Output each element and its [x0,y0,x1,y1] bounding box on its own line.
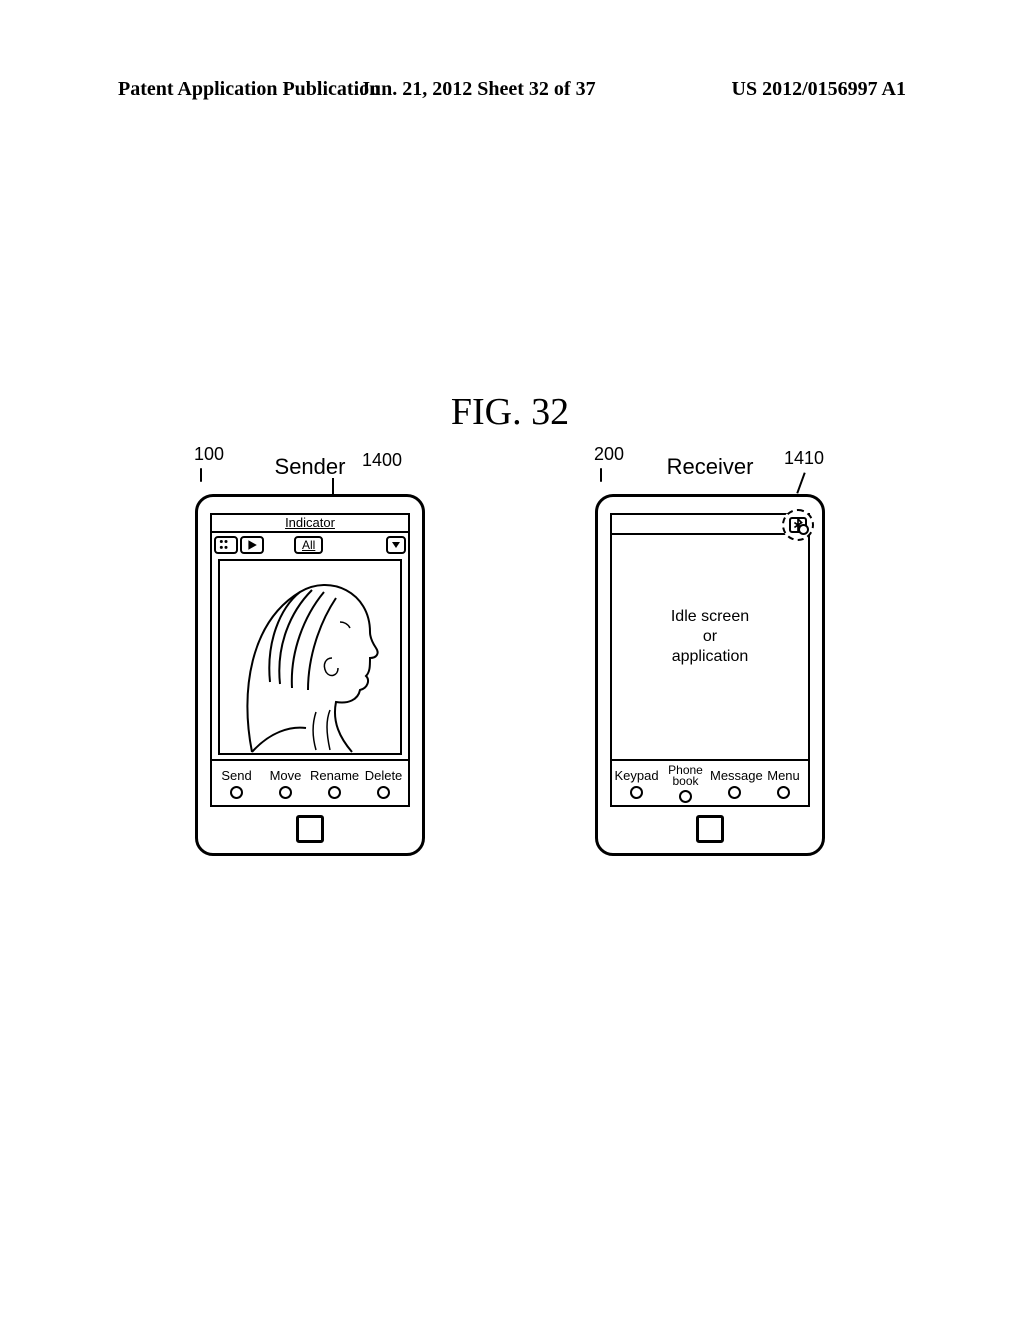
delete-button[interactable]: Delete [359,769,408,799]
send-label: Send [221,768,251,783]
receiver-title: Receiver [667,454,754,480]
circle-icon [377,786,390,799]
figure-title: FIG. 32 [190,390,830,434]
sender-column: 100 Sender 1400 Indicator Al [190,444,430,856]
circle-icon [630,786,643,799]
lead-line-200 [600,468,602,482]
circle-icon [279,786,292,799]
phonebook-button[interactable]: Phone book [661,765,710,803]
ref-100: 100 [194,444,224,465]
circle-icon [679,790,692,803]
header-sheet-info: Jun. 21, 2012 Sheet 32 of 37 [360,78,596,101]
ref-1410: 1410 [784,448,824,469]
menu-button[interactable]: Menu [759,769,808,799]
circle-icon [728,786,741,799]
receiver-action-bar: Keypad Phone book Message Menu [612,759,808,805]
rename-label: Rename [310,768,359,783]
sender-screen: Indicator All [210,513,410,807]
message-button[interactable]: Message [710,769,759,799]
header-publication: Patent Application Publication [118,78,380,101]
sender-title: Sender [275,454,346,480]
home-button[interactable] [296,815,324,843]
message-label: Message [710,768,763,783]
receiver-labels: 200 Receiver 1410 [590,444,830,480]
keypad-label: Keypad [614,768,658,783]
image-preview[interactable] [218,559,402,755]
indicator-bar: Indicator [212,515,408,533]
receiver-screen: Idle screen or application Keypad Phone … [610,513,810,807]
sender-toolbar: All [212,533,408,557]
move-button[interactable]: Move [261,769,310,799]
keypad-button[interactable]: Keypad [612,769,661,799]
sender-labels: 100 Sender 1400 [190,444,430,480]
header-pub-number: US 2012/0156997 A1 [732,78,906,101]
phonebook-label: Phone book [668,763,703,788]
receiver-idle-text: Idle screen or application [612,515,808,759]
delete-label: Delete [365,768,403,783]
ref-1400: 1400 [362,450,402,471]
lead-line-1410 [796,472,805,493]
figure-32: FIG. 32 100 Sender 1400 Indicator [190,390,830,856]
receiver-column: 200 Receiver 1410 [590,444,830,856]
dropdown-toggle[interactable] [386,536,406,554]
rename-button[interactable]: Rename [310,769,359,799]
circle-icon [328,786,341,799]
ref-200: 200 [594,444,624,465]
circle-icon [230,786,243,799]
receiver-phone: Idle screen or application Keypad Phone … [595,494,825,856]
lead-line-100 [200,468,202,482]
grid-view-icon[interactable] [214,536,238,554]
move-label: Move [270,768,302,783]
home-button[interactable] [696,815,724,843]
phones-row: 100 Sender 1400 Indicator Al [190,444,830,856]
sender-phone: Indicator All [195,494,425,856]
sender-action-bar: Send Move Rename Delete [212,759,408,805]
menu-label: Menu [767,768,800,783]
all-filter-button[interactable]: All [294,536,323,554]
send-button[interactable]: Send [212,769,261,799]
circle-icon [777,786,790,799]
play-icon[interactable] [240,536,264,554]
idle-line-1: Idle screen [671,607,749,627]
idle-line-2: or [671,627,749,647]
idle-line-3: application [671,647,749,667]
